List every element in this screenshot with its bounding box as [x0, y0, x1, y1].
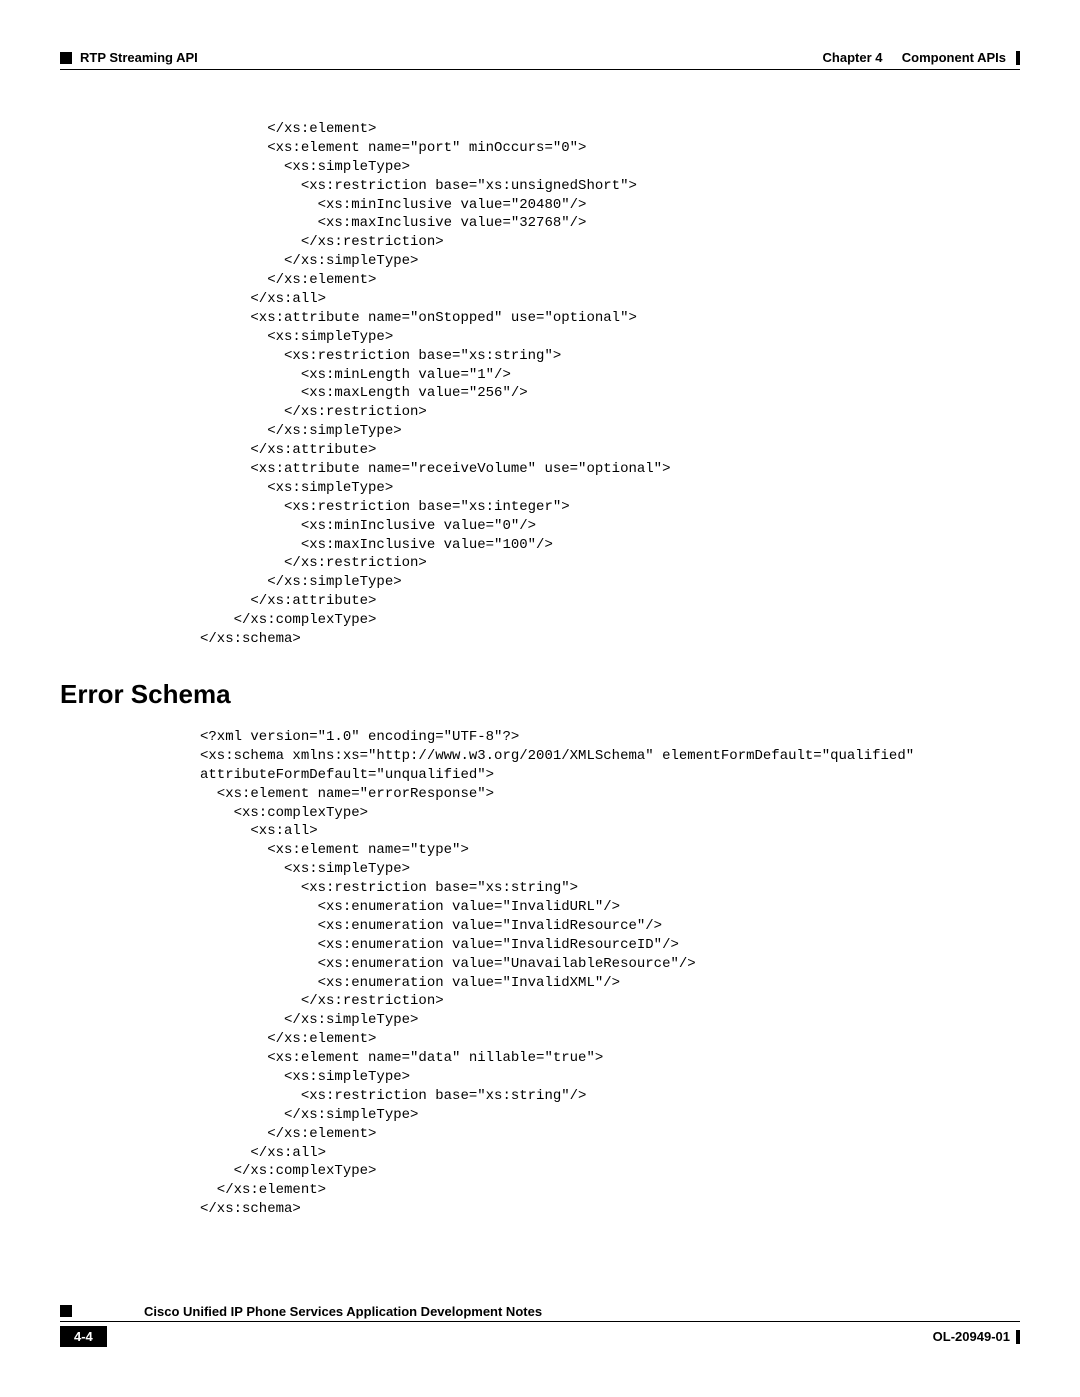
section-marker-icon [60, 52, 72, 64]
page-footer: Cisco Unified IP Phone Services Applicat… [60, 1304, 1020, 1347]
footer-marker-icon [60, 1305, 72, 1317]
section-label: RTP Streaming API [80, 50, 198, 65]
xml-code-block-1: </xs:element> <xs:element name="port" mi… [200, 120, 1020, 649]
footer-book-title: Cisco Unified IP Phone Services Applicat… [84, 1304, 1020, 1319]
chapter-title: Chapter 4 Component APIs [823, 50, 1020, 65]
page-header: RTP Streaming API Chapter 4 Component AP… [60, 50, 1020, 65]
chapter-name: Component APIs [902, 50, 1006, 65]
header-divider [60, 69, 1020, 70]
section-indicator: RTP Streaming API [60, 50, 198, 65]
page-number-badge: 4-4 [60, 1326, 107, 1347]
footer-rule-icon [1016, 1330, 1020, 1344]
error-schema-heading: Error Schema [60, 679, 1020, 710]
doc-id-text: OL-20949-01 [933, 1329, 1010, 1344]
chapter-label: Chapter 4 [823, 50, 883, 65]
doc-id: OL-20949-01 [933, 1329, 1020, 1344]
header-rule-icon [1016, 51, 1020, 65]
xml-code-block-2: <?xml version="1.0" encoding="UTF-8"?> <… [200, 728, 1020, 1219]
